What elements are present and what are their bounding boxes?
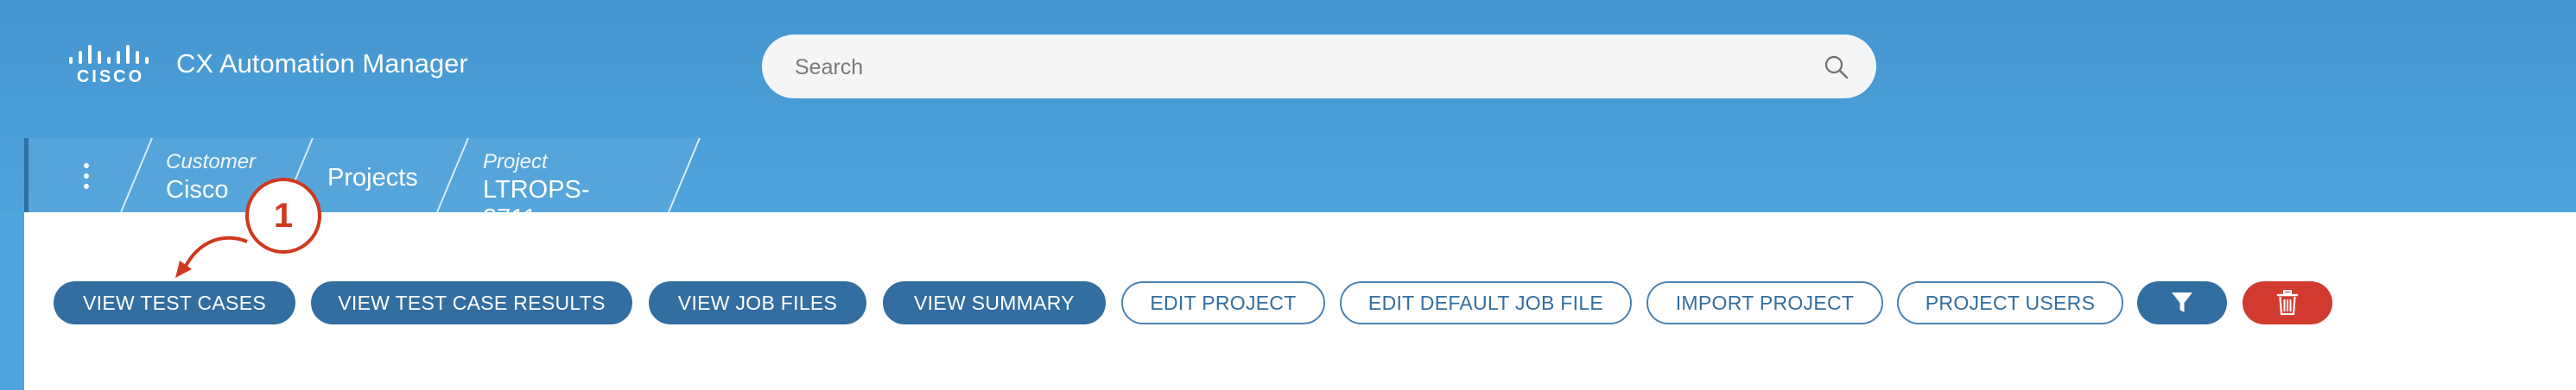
project-users-button[interactable]: PROJECT USERS [1897, 281, 2123, 324]
import-project-button[interactable]: IMPORT PROJECT [1646, 281, 1883, 324]
step-number-badge: 1 [245, 178, 321, 254]
app-title: CX Automation Manager [176, 48, 468, 79]
delete-project-button[interactable] [2243, 281, 2332, 324]
search-bar[interactable] [762, 35, 1876, 100]
breadcrumb-project-label: Project [483, 150, 548, 173]
breadcrumb-customer[interactable]: Customer Cisco [166, 150, 256, 204]
edit-default-job-file-button[interactable]: EDIT DEFAULT JOB FILE [1340, 281, 1632, 324]
trash-icon [2276, 290, 2299, 316]
breadcrumb-project: Project LTROPS-2711 [483, 150, 590, 233]
view-test-case-results-button[interactable]: VIEW TEST CASE RESULTS [311, 281, 632, 324]
view-test-cases-button[interactable]: VIEW TEST CASES [54, 281, 295, 324]
view-job-files-button[interactable]: VIEW JOB FILES [649, 281, 866, 324]
breadcrumb-projects-label: Projects [327, 164, 418, 192]
cisco-logo-icon [69, 45, 155, 64]
search-icon[interactable] [1823, 53, 1850, 81]
filter-icon [2172, 292, 2192, 312]
logo-wordmark: CISCO [76, 67, 145, 86]
breadcrumb-projects[interactable]: Projects [327, 162, 418, 192]
search-input[interactable] [793, 35, 1799, 100]
filter-button[interactable] [2137, 281, 2227, 324]
annotation-arrow [175, 236, 248, 278]
breadcrumb-customer-value: Cisco [166, 176, 229, 204]
cisco-logo[interactable]: CISCO [69, 45, 155, 90]
breadcrumb-customer-label: Customer [166, 150, 257, 173]
breadcrumb-project-value: LTROPS-2711 [483, 176, 590, 232]
left-edge-strip [0, 212, 24, 390]
kebab-menu-icon[interactable] [73, 157, 100, 195]
edit-project-button[interactable]: EDIT PROJECT [1121, 281, 1325, 324]
view-summary-button[interactable]: VIEW SUMMARY [883, 281, 1106, 324]
